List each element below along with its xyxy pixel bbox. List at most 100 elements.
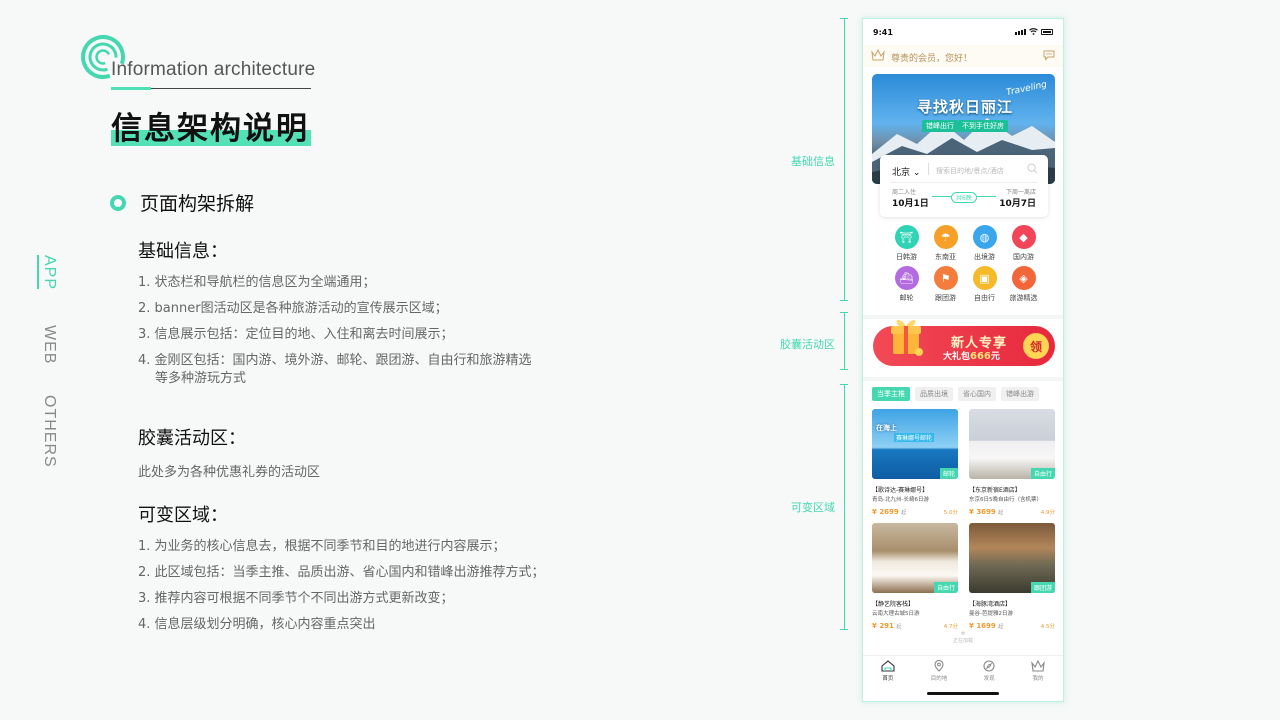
product-cards: 在海上 赛琳娜号邮轮 邮轮 【歌诗达-赛琳娜号】 青岛-北九州-长崎6日游 ¥ 2699 … [872,409,1056,630]
product-card[interactable]: 自由行 【东京新宿E酒店】 东京6日5晚自由行（含机票） ¥ 3699 起 4.9分 [969,409,1055,516]
island-icon: ☂ [933,225,958,249]
price-unit: 起 [998,510,1004,516]
tab-seasonal[interactable]: 当季主推 [872,387,910,401]
banner-chip: 不到手住好房 [958,120,1008,132]
search-card: 北京 ⌄ 搜索目的地/景点/酒店 周二入住 10月1日 共6晚 下周一离店 10… [880,155,1048,217]
city-selector[interactable]: 北京 ⌄ [892,165,920,178]
section-header: 页面构架拆解 [110,189,254,216]
product-tag: 自由行 [1030,468,1055,479]
bottom-tab-bar: 首页 目的地 发现 我的 [863,655,1063,685]
tabbar-profile[interactable]: 我的 [1031,656,1045,685]
product-card[interactable]: 在海上 赛琳娜号邮轮 邮轮 【歌诗达-赛琳娜号】 青岛-北九州-长崎6日游 ¥ 2699 … [872,409,958,516]
globe-icon: ◍ [972,225,997,249]
diamond-icon: ◈ [1011,266,1036,290]
product-desc: 青岛-北九州-长崎6日游 [872,497,929,503]
home-icon [881,660,895,672]
price-unit: 起 [998,624,1004,630]
list-item: 4. 信息层级划分明确，核心内容重点突出 [138,617,376,632]
basic-info-title: 基础信息： [138,241,228,262]
coupon-capsule[interactable]: 新人专享 大礼包666元 领 [873,319,1055,366]
tab-domestic[interactable]: 省心国内 [958,387,996,401]
price-value: 3699 [976,508,996,516]
bracket-variable [840,384,848,630]
tabbar-destination[interactable]: 目的地 [930,656,948,685]
search-icon[interactable] [1027,163,1038,174]
checkin-date[interactable]: 10月1日 [892,196,929,209]
product-price: ¥ 291 起 [872,622,902,630]
tabbar-discover[interactable]: 发现 [983,656,995,685]
basic-info-list: 1. 状态栏和导航栏的信息区为全端通用； 2. banner图活动区是各种旅游活… [138,270,532,388]
bracket-basic [840,18,848,301]
image-caption: 在海上 [876,424,897,432]
category-item[interactable]: ☂ 东南亚 [926,225,965,262]
battery-icon [1041,28,1053,35]
tab-quality[interactable]: 品质出境 [915,387,953,401]
category-item[interactable]: ⚑ 跟团游 [926,266,965,303]
signal-icon [1015,28,1026,35]
capsule-description: 此处多为各种优惠礼券的活动区 [138,465,321,480]
product-image: 在海上 赛琳娜号邮轮 邮轮 [872,409,958,479]
tabbar-home[interactable]: 首页 [881,656,895,685]
checkout-date[interactable]: 10月7日 [999,196,1036,209]
product-tag: 跟团游 [1030,582,1055,593]
message-icon[interactable] [1043,49,1055,61]
product-tag: 自由行 [933,582,958,593]
product-name: 【静艺院客栈】 [872,601,915,608]
price-value: 2699 [879,508,899,516]
product-price: ¥ 3699 起 [969,508,1004,516]
gift-icon [891,319,923,356]
annotation-capsule: 胶囊活动区 [780,338,835,351]
loading-text: 正在加载 [952,638,973,644]
coupon-sub-prefix: 大礼包 [943,352,971,362]
coupon-sub-suffix: 元 [990,352,1000,362]
category-item[interactable]: ◍ 出境游 [965,225,1004,262]
category-item[interactable]: ⛩ 日韩游 [887,225,926,262]
page-title: 信息架构说明 [111,111,309,147]
tabbar-label: 我的 [1032,676,1044,682]
category-item[interactable]: ◆ 国内游 [1004,225,1043,262]
product-image: 自由行 [872,523,958,593]
category-label: 邮轮 [899,294,914,302]
compass-icon [983,660,995,672]
flag-icon: ⚑ [933,266,958,290]
section-bullet-icon [110,194,126,211]
category-item[interactable]: ◈ 旅游精选 [1004,266,1043,303]
city-label: 北京 [892,168,911,178]
banner-chip: 错峰出行 [922,120,958,132]
banner-title: 寻找秋日丽江 [917,98,1014,116]
product-score: 4.5分 [1040,624,1055,630]
category-item[interactable]: ▣ 自由行 [965,266,1004,303]
tabbar-label: 发现 [983,676,995,682]
cruise-icon: ⛴ [894,266,919,290]
price-unit: 起 [896,624,902,630]
tab-web[interactable]: WEB [40,325,58,364]
category-item[interactable]: ⛴ 邮轮 [887,266,926,303]
wifi-icon [1029,28,1038,35]
list-item: 4. 金刚区包括：国内游、境外游、邮轮、跟团游、自由行和旅游精选 等多种游玩方式 [138,348,532,388]
price-row: ¥ 291 起 4.7分 [872,622,958,630]
china-map-icon: ◆ [1011,225,1036,249]
product-score: 4.7分 [943,624,958,630]
location-pin-icon [934,660,944,672]
product-tag: 邮轮 [939,468,958,479]
price-unit: 起 [901,510,907,516]
list-item: 2. banner图活动区是各种旅游活动的宣传展示区域； [138,301,448,316]
category-label: 跟团游 [935,294,956,302]
product-card[interactable]: 跟团游 【海豚湾酒店】 曼谷-芭提雅2日游 ¥ 1699 起 4.5分 [969,523,1055,630]
title-divider-accent [111,87,151,90]
variable-area-list: 1. 为业务的核心信息去，根据不同季节和目的地进行内容展示； 2. 此区域包括：… [138,534,545,638]
recommend-tabs: 当季主推 品质出境 省心国内 错峰出游 [872,387,1039,401]
claim-button[interactable]: 领 [1023,333,1049,359]
price-row: ¥ 3699 起 4.9分 [969,508,1055,516]
product-card[interactable]: 自由行 【静艺院客栈】 云南大理古城5日游 ¥ 291 起 4.7分 [872,523,958,630]
tabbar-label: 目的地 [930,676,948,682]
search-input[interactable]: 搜索目的地/景点/酒店 [936,166,1004,176]
tab-others[interactable]: OTHERS [40,395,58,468]
tab-offpeak[interactable]: 错峰出游 [1001,387,1039,401]
coupon-subtitle: 大礼包666元 [943,349,1000,362]
chevron-down-icon: ⌄ [912,168,921,178]
tabbar-label: 首页 [882,676,894,682]
product-image: 自由行 [969,409,1055,479]
tab-app[interactable]: APP [40,255,58,290]
product-score: 4.9分 [1040,510,1055,516]
